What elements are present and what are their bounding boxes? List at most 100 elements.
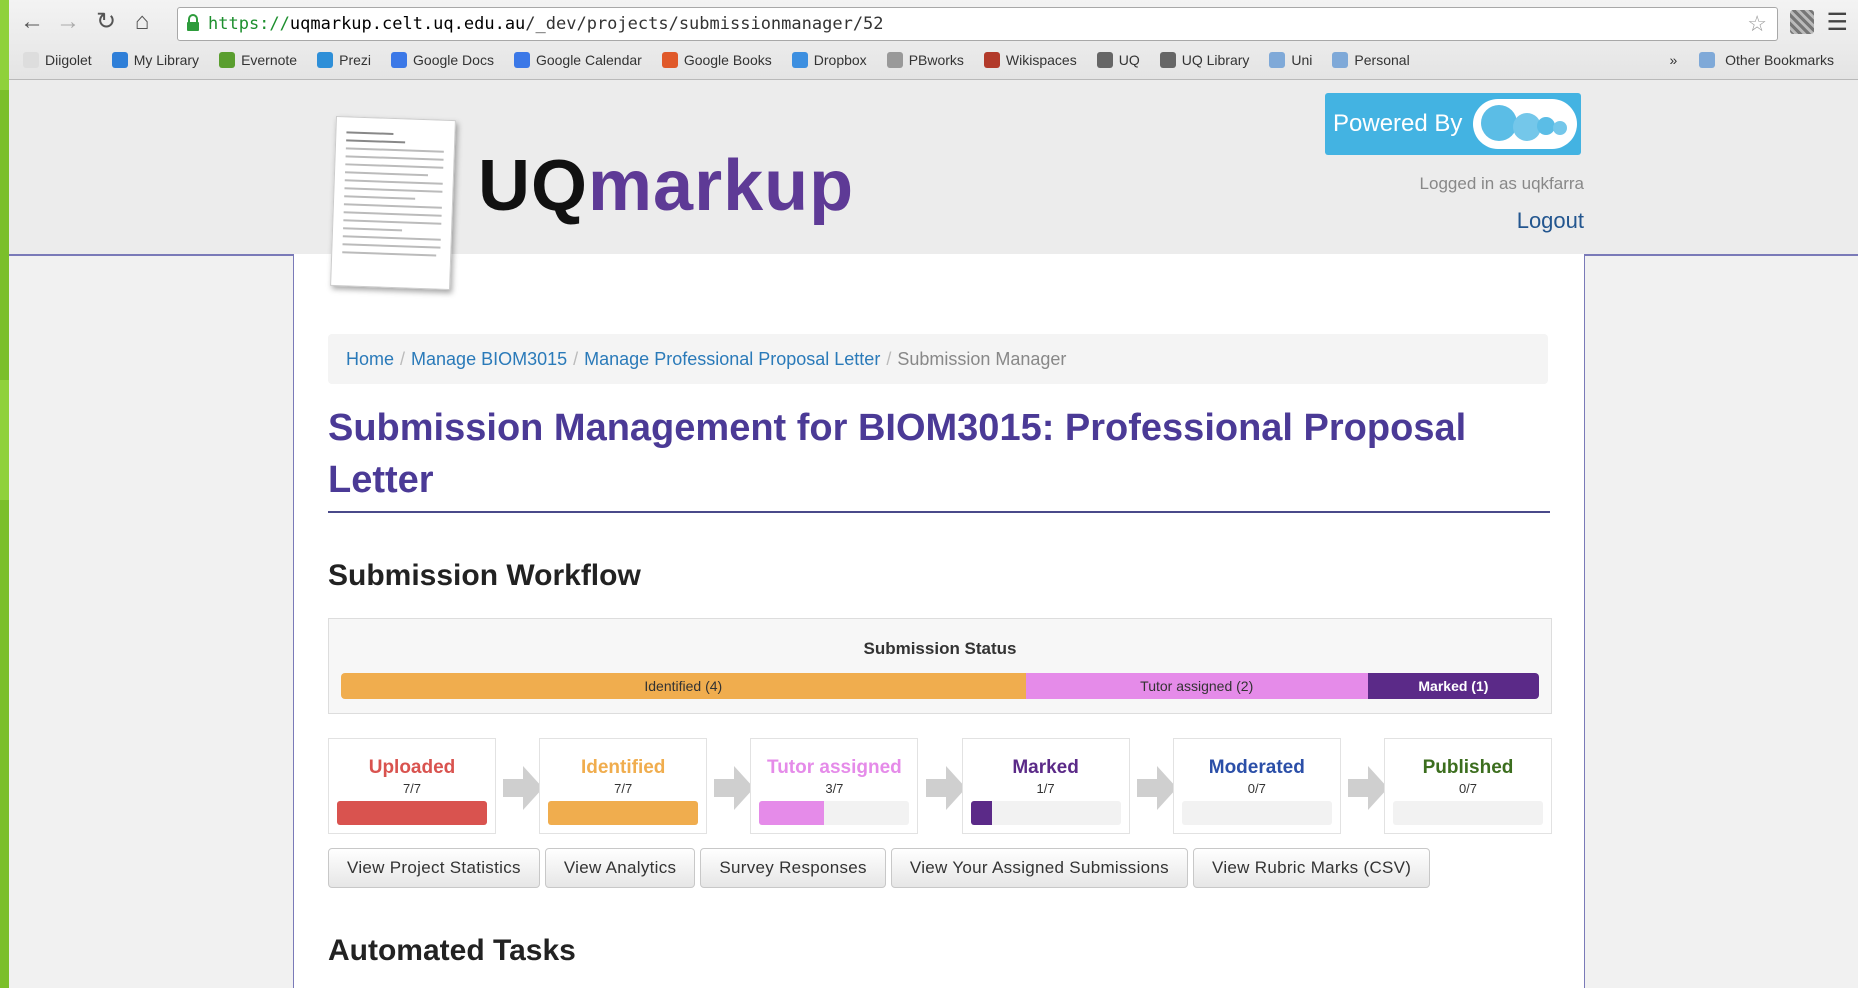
stage-progress-track: [337, 801, 487, 825]
bookmark-label: UQ Library: [1181, 52, 1250, 68]
dropbox-icon: [791, 52, 808, 68]
stage-progress-fill: [970, 801, 993, 825]
uqmarkup-logo[interactable]: UQmarkup: [478, 145, 854, 227]
bookmark-dropbox[interactable]: Dropbox: [791, 46, 867, 74]
bookmark-google-docs[interactable]: Google Docs: [391, 46, 494, 74]
document-thumbnail-icon: [330, 115, 456, 291]
home-icon[interactable]: ⌂: [127, 8, 157, 36]
bookmark-label: PBworks: [908, 52, 964, 68]
stage-name: Tutor assigned: [767, 757, 902, 778]
docs-icon: [391, 52, 408, 68]
powered-by-badge[interactable]: Powered By: [1325, 93, 1581, 155]
bookmark-wikispaces[interactable]: Wikispaces: [983, 46, 1077, 74]
calendar-icon: [513, 52, 530, 68]
stage-moderated[interactable]: Moderated 0/7: [1172, 738, 1341, 834]
uq-library-icon: [1159, 52, 1176, 68]
bookmark-label: Google Calendar: [535, 52, 642, 68]
stage-count: 0/7: [1247, 781, 1266, 796]
view-project-statistics-button[interactable]: View Project Statistics: [328, 848, 540, 888]
page-title: Submission Management for BIOM3015: Prof…: [328, 407, 1467, 501]
star-icon[interactable]: ☆: [1747, 11, 1767, 37]
submission-status-panel: Submission Status Identified (4) Tutor as…: [328, 618, 1552, 714]
breadcrumb-link-manage-biom3015[interactable]: Manage BIOM3015: [411, 349, 567, 369]
bookmark-pbworks[interactable]: PBworks: [886, 46, 964, 74]
logout-link[interactable]: Logout: [1517, 208, 1584, 234]
bookmark-label: Diigolet: [45, 52, 92, 68]
stage-progress-track: [970, 801, 1121, 825]
survey-responses-button[interactable]: Survey Responses: [700, 848, 886, 888]
bookmark-label: Google Books: [683, 52, 772, 68]
automated-tasks-heading: Automated Tasks: [328, 934, 576, 967]
celt-logo-icon: [1473, 99, 1577, 149]
stage-tutor-assigned[interactable]: Tutor assigned 3/7: [750, 738, 919, 834]
bookmark-diigolet[interactable]: Diigolet: [23, 46, 92, 74]
site-header: Powered By Logged in as uqkfarra Logout: [9, 80, 1858, 256]
books-icon: [661, 52, 678, 68]
stage-progress-track: [1181, 801, 1332, 825]
stage-progress-track: [759, 801, 910, 825]
reload-icon[interactable]: ↻: [91, 8, 121, 36]
window-edge: [0, 0, 9, 988]
bookmark-label: Prezi: [339, 52, 372, 68]
stage-progress-fill: [337, 801, 487, 825]
stage-progress-track: [548, 801, 699, 825]
bookmark-label: Dropbox: [813, 52, 867, 68]
back-icon[interactable]: ←: [17, 8, 47, 36]
bookmark-evernote[interactable]: Evernote: [219, 46, 297, 74]
forward-icon[interactable]: →: [53, 8, 83, 36]
bookmark-my-library[interactable]: My Library: [111, 46, 199, 74]
view-your-assigned-submissions-button[interactable]: View Your Assigned Submissions: [890, 848, 1188, 888]
pbworks-icon: [886, 52, 903, 68]
bookmark-label: UQ: [1118, 52, 1140, 68]
bookmarks-bar: Diigolet My Library Evernote Prezi Google Do…: [23, 46, 1430, 74]
folder-icon: [1699, 52, 1716, 68]
stage-name: Moderated: [1208, 757, 1305, 778]
workflow-actions: View Project Statistics View Analytics Sur…: [328, 848, 1435, 888]
bookmark-label: Evernote: [241, 52, 298, 68]
main-content: Home / Manage BIOM3015/Manage Professional…: [293, 254, 1585, 988]
bookmark-label: Personal: [1354, 52, 1410, 68]
folder-icon: [1332, 52, 1349, 68]
folder-icon: [1269, 52, 1286, 68]
library-icon: [111, 52, 128, 68]
status-segment-identified: Identified (4): [341, 673, 1026, 699]
lock-icon: [187, 14, 199, 31]
overflow-chevron-icon[interactable]: »: [1669, 52, 1677, 68]
stage-identified[interactable]: Identified 7/7: [539, 738, 708, 834]
bookmark-google-books[interactable]: Google Books: [661, 46, 772, 74]
extension-icon[interactable]: [1790, 10, 1814, 34]
stage-count: 3/7: [825, 781, 844, 796]
stage-count: 7/7: [614, 781, 633, 796]
bookmark-google-calendar[interactable]: Google Calendar: [513, 46, 642, 74]
stage-published[interactable]: Published 0/7: [1384, 738, 1552, 834]
status-title: Submission Status: [863, 639, 1017, 658]
stage-uploaded[interactable]: Uploaded 7/7: [328, 738, 496, 834]
url-text: https://uqmarkup.celt.uq.edu.au/_dev/pro…: [208, 14, 884, 34]
view-rubric-marks-csv-button[interactable]: View Rubric Marks (CSV): [1192, 848, 1431, 888]
bookmark-personal[interactable]: Personal: [1332, 46, 1410, 74]
bookmark-uq-library[interactable]: UQ Library: [1159, 46, 1250, 74]
evernote-icon: [219, 52, 236, 68]
stage-count: 1/7: [1036, 781, 1055, 796]
address-bar[interactable]: https://uqmarkup.celt.uq.edu.au/_dev/pro…: [177, 7, 1778, 41]
logged-in-text: Logged in as uqkfarra: [1419, 174, 1584, 193]
other-bookmarks[interactable]: » Other Bookmarks: [1669, 46, 1834, 74]
breadcrumb-link-home[interactable]: Home: [346, 349, 394, 369]
breadcrumb-current: Submission Manager: [897, 349, 1067, 369]
breadcrumb-link-manage-professional-proposal-letter[interactable]: Manage Professional Proposal Letter: [584, 349, 880, 369]
uq-icon: [1096, 52, 1113, 68]
status-segment-marked: Marked (1): [1367, 673, 1539, 699]
bookmark-uq[interactable]: UQ: [1096, 46, 1140, 74]
stage-name: Published: [1422, 757, 1514, 778]
page-icon: [23, 52, 39, 68]
menu-icon[interactable]: ☰: [1826, 8, 1848, 37]
stage-progress-fill: [759, 801, 824, 825]
bookmark-uni[interactable]: Uni: [1269, 46, 1312, 74]
view-analytics-button[interactable]: View Analytics: [544, 848, 696, 888]
stage-marked[interactable]: Marked 1/7: [961, 738, 1130, 834]
title-divider: [328, 511, 1550, 513]
browser-toolbar: ← → ↻ ⌂ https://uqmarkup.celt.uq.edu.au/…: [9, 0, 1858, 80]
breadcrumb-separator: /: [573, 349, 579, 369]
bookmark-prezi[interactable]: Prezi: [317, 46, 371, 74]
stage-name: Identified: [580, 757, 666, 778]
